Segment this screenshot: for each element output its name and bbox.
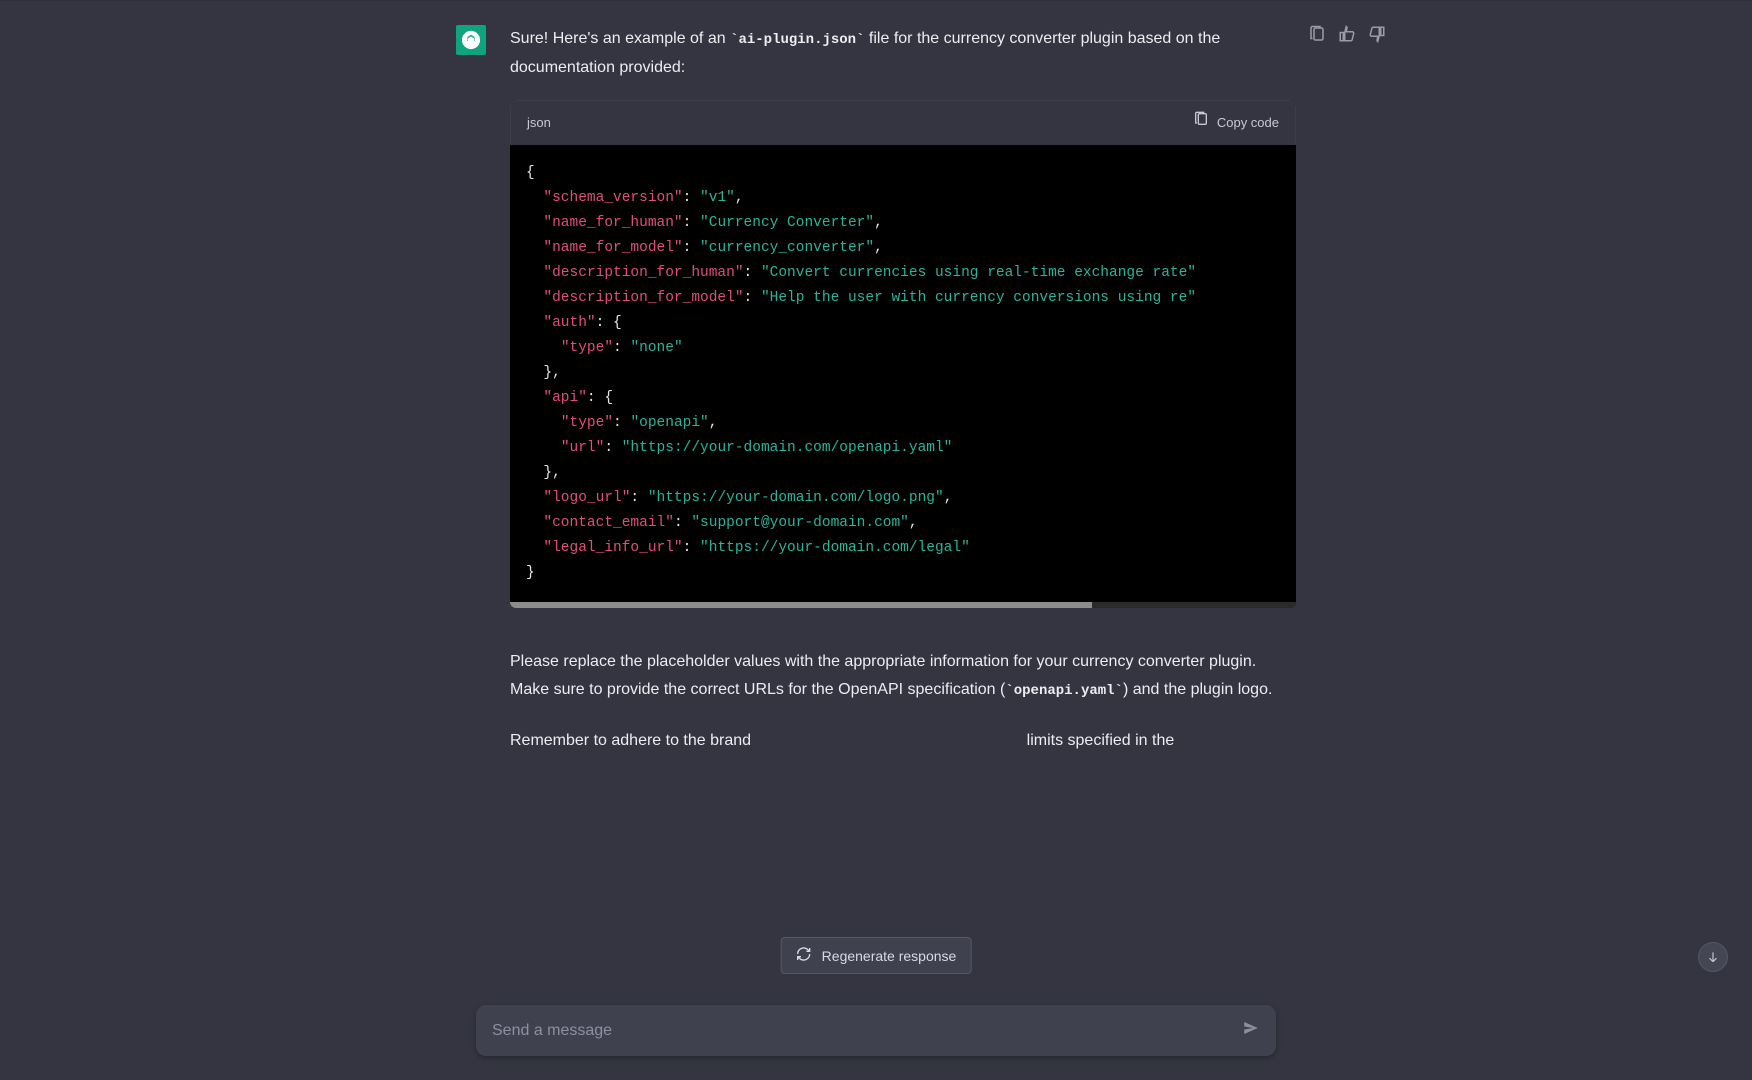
message-input-container[interactable]: [476, 1005, 1276, 1056]
thumbs-up-button[interactable]: [1338, 25, 1356, 48]
regenerate-response-button[interactable]: Regenerate response: [781, 937, 972, 974]
assistant-message: Sure! Here's an example of an `ai-plugin…: [510, 25, 1296, 777]
code-block: json Copy code { "schema_version": "v1",…: [510, 100, 1296, 608]
code-content[interactable]: { "schema_version": "v1", "name_for_huma…: [510, 145, 1296, 602]
scroll-to-bottom-button[interactable]: [1698, 942, 1728, 972]
inline-code: `ai-plugin.json`: [730, 32, 864, 48]
refresh-icon: [796, 946, 812, 965]
send-button[interactable]: [1242, 1019, 1260, 1042]
send-icon: [1242, 1019, 1260, 1037]
message-text: ) and the plugin logo.: [1123, 681, 1272, 698]
message-input[interactable]: [492, 1022, 1242, 1040]
thumbs-down-button[interactable]: [1368, 25, 1386, 48]
copy-message-button[interactable]: [1308, 25, 1326, 48]
thumbs-down-icon: [1368, 25, 1386, 43]
clipboard-icon: [1308, 25, 1326, 43]
copy-code-label: Copy code: [1217, 109, 1279, 137]
code-language-label: json: [527, 109, 551, 137]
arrow-down-icon: [1706, 950, 1720, 964]
inline-code: `openapi.yaml`: [1005, 683, 1123, 699]
message-text: Sure! Here's an example of an: [510, 30, 730, 47]
copy-code-button[interactable]: Copy code: [1193, 109, 1279, 137]
message-text: Remember to adhere to the brand limits s…: [510, 727, 1296, 755]
horizontal-scrollbar[interactable]: [510, 602, 1296, 608]
regenerate-label: Regenerate response: [822, 948, 957, 964]
scrollbar-thumb[interactable]: [510, 602, 1092, 608]
code-header: json Copy code: [510, 100, 1296, 145]
clipboard-icon: [1193, 109, 1209, 137]
assistant-avatar: [456, 25, 486, 55]
thumbs-up-icon: [1338, 25, 1356, 43]
